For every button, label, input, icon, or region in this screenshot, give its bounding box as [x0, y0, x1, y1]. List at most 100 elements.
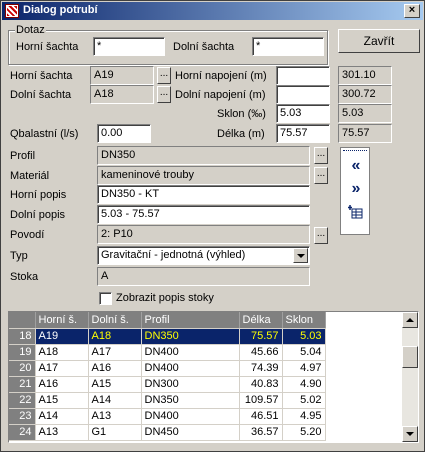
row-number[interactable]: 22: [9, 392, 36, 409]
dolni-napojeni-input[interactable]: [276, 85, 330, 104]
scroll-down-button[interactable]: [402, 426, 418, 442]
show-description-checkbox[interactable]: [99, 292, 112, 305]
row-number[interactable]: 20: [9, 360, 36, 377]
table-cell[interactable]: A17: [35, 360, 89, 377]
table-cell[interactable]: 109.57: [239, 392, 283, 409]
table-cell[interactable]: 45.66: [239, 344, 283, 361]
panel-grip: [343, 150, 367, 154]
table-cell[interactable]: DN400: [141, 360, 240, 377]
scroll-thumb[interactable]: [402, 346, 418, 368]
table-cell[interactable]: A18: [88, 328, 142, 345]
dolni-popis-input[interactable]: 5.03 - 75.57: [97, 205, 310, 224]
column-header[interactable]: Dolní š.: [88, 312, 142, 329]
table-cell[interactable]: A18: [35, 344, 89, 361]
horni-napojeni-calc: 301.10: [338, 66, 392, 85]
table-cell[interactable]: 4.97: [282, 360, 326, 377]
table-cell[interactable]: 5.03: [282, 328, 326, 345]
table-scrollbar[interactable]: [402, 312, 418, 442]
profil-field: DN350: [97, 146, 310, 165]
column-header[interactable]: Sklon: [282, 312, 326, 329]
table-cell[interactable]: A19: [35, 328, 89, 345]
column-header[interactable]: Horní š.: [35, 312, 89, 329]
table-cell[interactable]: 40.83: [239, 376, 283, 393]
query-group-label: Dotaz: [15, 24, 46, 36]
row-number[interactable]: 21: [9, 376, 36, 393]
table-cell[interactable]: 5.02: [282, 392, 326, 409]
table-row[interactable]: 19 A18 A17 DN400 45.66 5.04: [9, 344, 326, 361]
qbalast-label: Qbalastní (l/s): [10, 128, 79, 140]
dolni-sachta-field: A18: [90, 85, 154, 104]
table-cell[interactable]: A15: [88, 376, 142, 393]
table-row[interactable]: 20 A17 A16 DN400 74.39 4.97: [9, 360, 326, 377]
typ-select[interactable]: Gravitační - jednotná (výhled): [97, 246, 310, 265]
previous-record-button[interactable]: «: [345, 158, 367, 176]
table-cell[interactable]: DN350: [141, 392, 240, 409]
table-cell[interactable]: G1: [88, 424, 142, 441]
dolni-napojeni-calc: 300.72: [338, 85, 392, 104]
sklon-label: Sklon (‰): [217, 108, 266, 120]
table-row[interactable]: 23 A14 A13 DN400 46.51 4.95: [9, 408, 326, 425]
row-number[interactable]: 23: [9, 408, 36, 425]
show-description-label: Zobrazit popis stoky: [116, 292, 214, 304]
column-header[interactable]: Délka: [239, 312, 283, 329]
table-cell[interactable]: DN350: [141, 328, 240, 345]
horni-napojeni-input[interactable]: [276, 66, 330, 85]
chevron-down-icon[interactable]: [293, 248, 308, 263]
add-record-icon[interactable]: [345, 204, 367, 222]
pipes-table[interactable]: Horní š. Dolní š. Profil Délka Sklon 18 A…: [8, 311, 419, 443]
dolni-sachta-browse-button[interactable]: ...: [157, 86, 171, 103]
title-bar[interactable]: Dialog potrubí ×: [2, 2, 423, 20]
row-number[interactable]: 24: [9, 424, 36, 441]
table-row[interactable]: 22 A15 A14 DN350 109.57 5.02: [9, 392, 326, 409]
horni-popis-input[interactable]: DN350 - KT: [97, 185, 310, 204]
table-cell[interactable]: A13: [35, 424, 89, 441]
dolni-napojeni-label: Dolní napojení (m): [175, 89, 266, 101]
table-cell[interactable]: A14: [88, 392, 142, 409]
table-cell[interactable]: 5.20: [282, 424, 326, 441]
table-cell[interactable]: A13: [88, 408, 142, 425]
table-cell[interactable]: A17: [88, 344, 142, 361]
profil-label: Profil: [10, 150, 36, 162]
table-cell[interactable]: 5.04: [282, 344, 326, 361]
stoka-field: A: [97, 267, 310, 286]
window-close-button[interactable]: ×: [404, 4, 420, 18]
next-record-button[interactable]: »: [345, 181, 367, 199]
table-cell[interactable]: A15: [35, 392, 89, 409]
table-cell[interactable]: DN300: [141, 376, 240, 393]
query-upper-label: Horní šachta: [16, 41, 79, 53]
close-button[interactable]: Zavřít: [338, 29, 420, 53]
row-number[interactable]: 18: [9, 328, 36, 345]
material-browse-button[interactable]: ...: [314, 167, 328, 184]
table-cell[interactable]: 74.39: [239, 360, 283, 377]
query-lower-input[interactable]: *: [252, 37, 324, 56]
table-cell[interactable]: A16: [88, 360, 142, 377]
table-cell[interactable]: 4.95: [282, 408, 326, 425]
table-cell[interactable]: A14: [35, 408, 89, 425]
scroll-up-button[interactable]: [402, 312, 418, 328]
delka-input[interactable]: 75.57: [276, 124, 330, 143]
table-cell[interactable]: DN400: [141, 408, 240, 425]
sklon-calc: 5.03: [338, 104, 392, 123]
table-row[interactable]: 24 A13 G1 DN450 36.57 5.20: [9, 424, 326, 441]
profil-browse-button[interactable]: ...: [314, 147, 328, 164]
table-cell[interactable]: 4.90: [282, 376, 326, 393]
row-number[interactable]: 19: [9, 344, 36, 361]
horni-sachta-browse-button[interactable]: ...: [157, 67, 171, 84]
sklon-input[interactable]: 5.03: [276, 104, 330, 123]
navigation-panel: « »: [340, 147, 370, 235]
column-header[interactable]: Profil: [141, 312, 240, 329]
table-row[interactable]: 18 A19 A18 DN350 75.57 5.03: [9, 328, 326, 345]
table-cell[interactable]: DN450: [141, 424, 240, 441]
table-cell[interactable]: A16: [35, 376, 89, 393]
qbalast-input[interactable]: 0.00: [97, 124, 151, 143]
povodi-browse-button[interactable]: ...: [314, 227, 328, 244]
window-title: Dialog potrubí: [23, 4, 98, 16]
table-row[interactable]: 21 A16 A15 DN300 40.83 4.90: [9, 376, 326, 393]
table-cell[interactable]: DN400: [141, 344, 240, 361]
table-cell[interactable]: 36.57: [239, 424, 283, 441]
column-header[interactable]: [9, 312, 36, 329]
table-cell[interactable]: 46.51: [239, 408, 283, 425]
table-cell[interactable]: 75.57: [239, 328, 283, 345]
delka-label: Délka (m): [217, 128, 265, 140]
query-upper-input[interactable]: *: [93, 37, 165, 56]
